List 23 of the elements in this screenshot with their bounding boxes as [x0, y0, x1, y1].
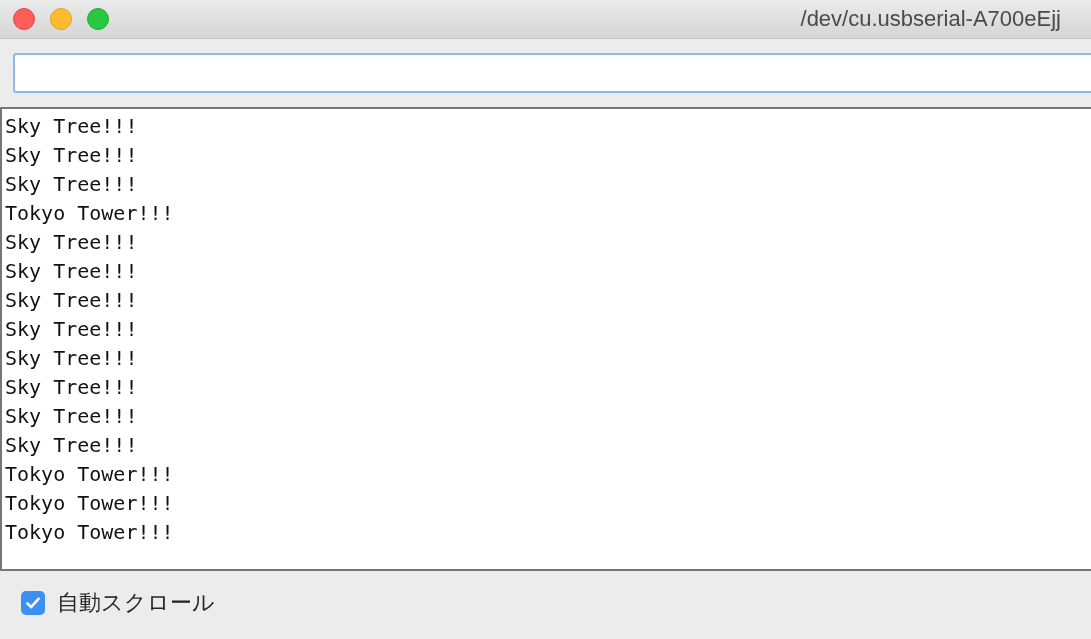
output-line: Sky Tree!!!: [5, 316, 138, 343]
checkmark-icon: [26, 597, 40, 609]
close-icon[interactable]: [13, 8, 35, 30]
output-line: Tokyo Tower!!!: [5, 200, 174, 227]
output-line: Sky Tree!!!: [5, 345, 138, 372]
output-line: Sky Tree!!!: [5, 403, 138, 430]
checkbox[interactable]: [21, 591, 45, 615]
output-line: Tokyo Tower!!!: [5, 490, 174, 517]
minimize-icon[interactable]: [50, 8, 72, 30]
output-line: Tokyo Tower!!!: [5, 461, 174, 488]
maximize-icon[interactable]: [87, 8, 109, 30]
output-line: Tokyo Tower!!!: [5, 519, 174, 546]
output-line: Sky Tree!!!: [5, 171, 138, 198]
autoscroll-label: 自動スクロール: [57, 592, 215, 614]
output-line: Sky Tree!!!: [5, 374, 138, 401]
send-input-field[interactable]: [13, 53, 1091, 93]
output-line: Sky Tree!!!: [5, 229, 138, 256]
output-line: Sky Tree!!!: [5, 113, 138, 140]
output-line: Sky Tree!!!: [5, 258, 138, 285]
output-line: Sky Tree!!!: [5, 142, 138, 169]
output-line: Sky Tree!!!: [5, 432, 138, 459]
output-line: Sky Tree!!!: [5, 287, 138, 314]
window-title: /dev/cu.usbserial-A700eEjj: [800, 8, 1061, 30]
